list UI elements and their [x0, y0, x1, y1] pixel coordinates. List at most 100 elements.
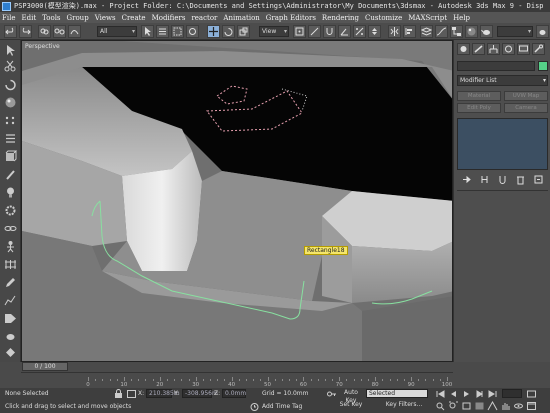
- menu-tools[interactable]: Tools: [42, 14, 60, 22]
- selection-set-select[interactable]: Selected: [366, 389, 428, 398]
- select-object-button[interactable]: [141, 25, 154, 38]
- lefttb-rotate-button[interactable]: [3, 78, 18, 91]
- go-to-start-button[interactable]: [435, 389, 446, 399]
- lefttb-tea-button[interactable]: [3, 330, 18, 343]
- select-move-button[interactable]: [207, 25, 220, 38]
- render-type-select[interactable]: [497, 26, 533, 37]
- edit-poly-button[interactable]: Edit Poly: [457, 103, 501, 113]
- manipulate-button[interactable]: [308, 25, 321, 38]
- menu-reactor[interactable]: reactor: [191, 14, 217, 22]
- menu-file[interactable]: File: [2, 14, 15, 22]
- curve-editor-button[interactable]: [435, 25, 448, 38]
- lock-selection-button[interactable]: [113, 389, 124, 399]
- lefttb-chain-button[interactable]: [3, 222, 18, 235]
- lefttb-light-button[interactable]: [3, 186, 18, 199]
- set-key-button[interactable]: Set Key: [339, 401, 363, 411]
- object-color-swatch[interactable]: [538, 61, 548, 71]
- uvw-map-button[interactable]: UVW Map: [504, 91, 548, 101]
- bind-spacewarp-button[interactable]: [68, 25, 81, 38]
- lefttb-sphere-button[interactable]: [3, 96, 18, 109]
- window-crossing-button[interactable]: [186, 25, 199, 38]
- menu-help[interactable]: Help: [453, 14, 470, 22]
- tab-hierarchy[interactable]: [487, 43, 500, 55]
- select-link-button[interactable]: [38, 25, 51, 38]
- menu-edit[interactable]: Edit: [21, 14, 36, 22]
- object-name-field[interactable]: [457, 61, 535, 71]
- snap-button[interactable]: [323, 25, 336, 38]
- tab-display[interactable]: [517, 43, 530, 55]
- reference-coord-select[interactable]: View: [259, 26, 289, 37]
- layer-manager-button[interactable]: [420, 25, 433, 38]
- key-filters-button[interactable]: Key Filters...: [385, 401, 423, 411]
- material-button[interactable]: Material: [457, 91, 501, 101]
- lefttb-grid-button[interactable]: [3, 258, 18, 271]
- spinner-snap-button[interactable]: [368, 25, 381, 38]
- select-rotate-button[interactable]: [222, 25, 235, 38]
- align-button[interactable]: [403, 25, 416, 38]
- zoom-all-button[interactable]: [448, 401, 459, 411]
- tab-motion[interactable]: [502, 43, 515, 55]
- select-scale-button[interactable]: [237, 25, 250, 38]
- lefttb-tag-button[interactable]: [3, 312, 18, 325]
- track-bar[interactable]: 0 10 20 30 40 50 60 70 80 90 100: [21, 372, 453, 388]
- menu-views[interactable]: Views: [95, 14, 116, 22]
- orbit-button[interactable]: [513, 401, 524, 411]
- menu-modifiers[interactable]: Modifiers: [152, 14, 186, 22]
- configure-sets-button[interactable]: [533, 174, 544, 185]
- remove-modifier-button[interactable]: [515, 174, 526, 185]
- tab-modify[interactable]: [472, 43, 485, 55]
- mirror-button[interactable]: [388, 25, 401, 38]
- auto-key-button[interactable]: Auto Key: [339, 389, 363, 404]
- pan-view-button[interactable]: [500, 401, 511, 411]
- lefttb-dots-button[interactable]: [3, 114, 18, 127]
- zoom-extents-all-button[interactable]: [474, 401, 485, 411]
- previous-frame-button[interactable]: [448, 389, 459, 399]
- quick-render-button[interactable]: [536, 25, 549, 38]
- tab-create[interactable]: [457, 43, 470, 55]
- time-tag-icon-button[interactable]: [249, 402, 260, 412]
- add-time-tag[interactable]: Add Time Tag: [262, 403, 302, 410]
- lefttb-paint-button[interactable]: [3, 168, 18, 181]
- region-select-button[interactable]: [171, 25, 184, 38]
- viewport-label[interactable]: Perspective: [25, 43, 60, 50]
- pin-stack-button[interactable]: [461, 174, 472, 185]
- camera-button[interactable]: Camera: [504, 103, 548, 113]
- time-config-button[interactable]: [526, 389, 537, 399]
- redo-button[interactable]: [19, 25, 32, 38]
- maximize-viewport-button[interactable]: [526, 401, 537, 411]
- next-frame-button[interactable]: [474, 389, 485, 399]
- lefttb-select-button[interactable]: [3, 44, 18, 57]
- go-to-end-button[interactable]: [487, 389, 498, 399]
- play-button[interactable]: [461, 389, 472, 399]
- key-mode-button[interactable]: [326, 389, 337, 399]
- lefttb-edit-button[interactable]: [3, 276, 18, 289]
- lefttb-box-button[interactable]: [3, 150, 18, 163]
- menu-create[interactable]: Create: [122, 14, 146, 22]
- undo-button[interactable]: [4, 25, 17, 38]
- modifier-stack[interactable]: [457, 118, 548, 170]
- unlink-button[interactable]: [53, 25, 66, 38]
- select-by-name-button[interactable]: [156, 25, 169, 38]
- lefttb-more-button[interactable]: [3, 346, 18, 359]
- zoom-extents-button[interactable]: [461, 401, 472, 411]
- menu-maxscript[interactable]: MAXScript: [408, 14, 447, 22]
- x-coordinate-field[interactable]: 210.385m: [146, 389, 180, 398]
- lefttb-graph-button[interactable]: [3, 294, 18, 307]
- menu-animation[interactable]: Animation: [223, 14, 259, 22]
- modifier-list-select[interactable]: Modifier List: [457, 75, 548, 86]
- lefttb-gear-button[interactable]: [3, 204, 18, 217]
- lefttb-cut-button[interactable]: [3, 60, 18, 73]
- field-of-view-button[interactable]: [487, 401, 498, 411]
- show-end-result-button[interactable]: [479, 174, 490, 185]
- zoom-button[interactable]: [435, 401, 446, 411]
- angle-snap-button[interactable]: [338, 25, 351, 38]
- time-slider[interactable]: 0 / 100: [0, 362, 550, 372]
- menu-graph-editors[interactable]: Graph Editors: [266, 14, 316, 22]
- y-coordinate-field[interactable]: -308.956m: [182, 389, 218, 398]
- current-frame-field[interactable]: [502, 389, 522, 398]
- menu-customize[interactable]: Customize: [365, 14, 402, 22]
- schematic-view-button[interactable]: [450, 25, 463, 38]
- perspective-viewport[interactable]: Perspective Rectangle18: [21, 40, 453, 362]
- tab-utilities[interactable]: [532, 43, 545, 55]
- selection-filter-select[interactable]: All: [97, 26, 137, 37]
